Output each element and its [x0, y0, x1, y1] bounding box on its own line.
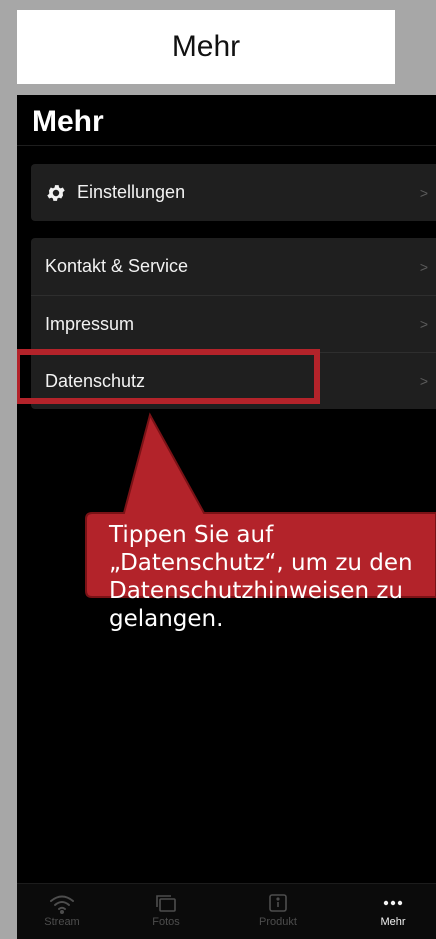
tab-label: Stream	[44, 916, 80, 928]
callout-line: „Datenschutz“, um zu den	[109, 550, 413, 576]
gear-icon	[45, 182, 67, 204]
instruction-callout: Tippen Sie auf „Datenschutz“, um zu den …	[80, 412, 436, 632]
wifi-icon	[22, 890, 102, 916]
tab-fotos[interactable]: Fotos	[126, 884, 206, 939]
tab-produkt[interactable]: Produkt	[238, 884, 318, 939]
page-title: Mehr	[32, 105, 104, 138]
chevron-right-icon: >	[419, 184, 428, 201]
tab-stream[interactable]: Stream	[22, 884, 102, 939]
phone-screen: Mehr Einstellungen > Kontakt & Service >…	[17, 95, 436, 939]
settings-row[interactable]: Einstellungen >	[31, 164, 436, 221]
callout-line: Datenschutzhinweisen zu	[109, 578, 403, 604]
title-divider	[17, 145, 436, 146]
imprint-label: Impressum	[45, 313, 135, 334]
settings-group: Einstellungen >	[31, 164, 436, 221]
tab-mehr[interactable]: Mehr	[353, 884, 433, 939]
info-icon	[238, 890, 318, 916]
tab-label: Produkt	[259, 916, 297, 928]
chevron-right-icon: >	[419, 316, 428, 332]
chevron-right-icon: >	[419, 258, 428, 275]
tab-bar: Stream Fotos Produkt Mehr	[17, 883, 436, 939]
tab-label: Mehr	[380, 916, 406, 928]
imprint-row[interactable]: Impressum >	[31, 295, 436, 352]
more-icon	[353, 890, 433, 916]
instruction-title: Mehr	[17, 10, 395, 84]
contact-service-label: Kontakt & Service	[45, 256, 189, 276]
chevron-right-icon: >	[419, 373, 428, 389]
callout-text: Tippen Sie auf „Datenschutz“, um zu den …	[109, 521, 436, 633]
callout-line: Tippen Sie auf	[109, 522, 274, 548]
callout-line: gelangen.	[109, 606, 224, 632]
tab-label: Fotos	[152, 916, 180, 928]
photos-icon	[126, 890, 206, 916]
contact-service-row[interactable]: Kontakt & Service >	[31, 238, 436, 295]
privacy-highlight-frame	[17, 349, 320, 404]
settings-label: Einstellungen	[77, 182, 186, 202]
